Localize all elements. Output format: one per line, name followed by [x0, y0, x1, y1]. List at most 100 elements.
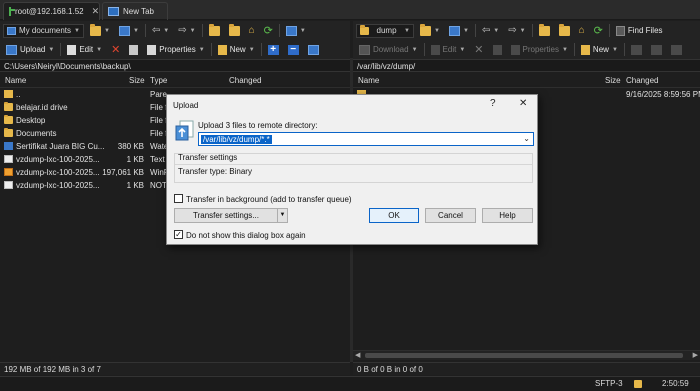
rename-button-right[interactable] — [490, 42, 505, 57]
back-button[interactable]: ⇦ ▼ — [149, 23, 172, 38]
select-all-button[interactable]: + — [265, 42, 282, 57]
root-dir-button[interactable] — [226, 23, 243, 38]
home-button-right[interactable]: ⌂ — [576, 23, 588, 38]
properties-label: Properties — [522, 45, 559, 54]
ok-button[interactable]: OK — [369, 208, 419, 223]
col-name-right[interactable]: Name — [358, 76, 379, 85]
refresh-button[interactable]: ⟳ — [261, 23, 276, 38]
properties-button-right[interactable]: Properties ▼ — [508, 42, 571, 57]
file-name: belajar.id drive — [16, 103, 68, 112]
tab-session[interactable]: root@192.168.1.52 ✕ — [3, 2, 100, 20]
download-icon — [359, 44, 370, 55]
find-files-button[interactable]: Find Files — [613, 23, 666, 38]
select-files-button-right[interactable] — [668, 42, 685, 57]
delete-button-right[interactable]: ✕ — [471, 42, 486, 57]
session-status-bar: SFTP-3 2:50:59 — [0, 376, 700, 391]
document-file-icon — [4, 155, 13, 163]
parent-dir-button[interactable] — [206, 23, 223, 38]
background-checkbox[interactable] — [174, 194, 183, 203]
folder-icon — [360, 24, 369, 35]
scroll-left-icon[interactable]: ◀ — [355, 351, 360, 359]
back-button-right[interactable]: ⇦ ▼ — [479, 23, 502, 38]
scroll-thumb[interactable] — [365, 353, 683, 358]
left-file-toolbar: Upload ▼ Edit ▼ ✕ Properties ▼ New ▼ + − — [0, 40, 350, 59]
sort-button[interactable]: ▼ — [283, 23, 309, 38]
upload-dialog-icon — [175, 120, 194, 141]
unselect-button-right[interactable] — [648, 42, 665, 57]
filter-button-right[interactable]: ▼ — [446, 23, 472, 38]
download-button[interactable]: Download ▼ — [356, 42, 421, 57]
filter-button[interactable]: ▼ — [116, 23, 142, 38]
open-folder-button-right[interactable]: ▼ — [417, 23, 443, 38]
tab-new[interactable]: New Tab — [102, 2, 168, 20]
folder-open-icon — [89, 23, 101, 36]
right-horizontal-scrollbar[interactable]: ◀ ▶ — [353, 350, 700, 360]
folder-icon — [4, 102, 13, 111]
select-all-button-right[interactable] — [628, 42, 645, 57]
right-file-toolbar: Download ▼ Edit ▼ ✕ Properties ▼ New ▼ — [353, 40, 700, 59]
remote-directory-input[interactable]: /var/lib/vz/dump/*.* ⌄ — [198, 132, 534, 146]
dont-show-label: Do not show this dialog box again — [186, 231, 306, 240]
dont-show-checkbox[interactable]: ✓ — [174, 230, 183, 239]
forward-button[interactable]: ⇨ ▼ — [175, 23, 198, 38]
right-nav-toolbar: dump ▼ ▼ ▼ ⇦ ▼ ⇨ ▼ ⌂ ⟳ Find Files — [353, 21, 700, 40]
transfer-settings-dropdown[interactable]: ▼ — [277, 208, 288, 223]
new-button-right[interactable]: New ▼ — [578, 42, 621, 57]
select-files-button[interactable] — [305, 42, 322, 57]
parent-dir-button-right[interactable] — [536, 23, 553, 38]
minus-icon: − — [287, 44, 299, 55]
refresh-button-right[interactable]: ⟳ — [591, 23, 606, 38]
scroll-right-icon[interactable]: ▶ — [693, 351, 698, 359]
new-button[interactable]: New ▼ — [215, 42, 258, 57]
transfer-settings-button[interactable]: Transfer settings... — [174, 208, 278, 223]
file-name: vzdump-lxc-100-2025... — [16, 168, 100, 177]
properties-label: Properties — [159, 45, 196, 54]
file-size: 380 KB — [117, 142, 144, 151]
file-size: 197,061 KB — [102, 168, 144, 177]
right-location-select[interactable]: dump ▼ — [356, 23, 414, 38]
upload-dialog: Upload ? ✕ Upload 3 files to remote dire… — [166, 94, 538, 245]
edit-label: Edit — [442, 45, 457, 54]
home-button[interactable]: ⌂ — [246, 23, 258, 38]
plus-icon: + — [267, 44, 279, 55]
dialog-title: Upload — [173, 101, 199, 110]
help-button[interactable]: Help — [482, 208, 533, 223]
refresh-icon: ⟳ — [263, 24, 273, 37]
edit-button-right[interactable]: Edit ▼ — [428, 42, 469, 57]
close-icon[interactable]: ✕ — [519, 98, 527, 109]
rename-button[interactable] — [126, 42, 141, 57]
col-name[interactable]: Name — [5, 76, 26, 85]
rename-icon — [492, 44, 502, 55]
transfer-settings-label: Transfer settings... — [193, 211, 259, 220]
root-dir-button-right[interactable] — [556, 23, 573, 38]
right-status-bar: 0 B of 0 B in 0 of 0 — [353, 362, 700, 375]
col-size-right[interactable]: Size — [605, 76, 621, 85]
upload-button[interactable]: Upload ▼ — [3, 42, 57, 57]
col-type[interactable]: Type — [150, 76, 167, 85]
session-time: 2:50:59 — [662, 379, 689, 388]
delete-icon: ✕ — [474, 43, 484, 56]
col-changed[interactable]: Changed — [229, 76, 261, 85]
minus-icon — [650, 44, 662, 55]
file-type: NOT — [150, 181, 167, 190]
edit-button[interactable]: Edit ▼ — [64, 42, 105, 57]
right-path-bar[interactable]: /var/lib/vz/dump/ — [353, 59, 700, 72]
col-size[interactable]: Size — [129, 76, 145, 85]
open-folder-button[interactable]: ▼ — [87, 23, 113, 38]
unselect-button[interactable]: − — [285, 42, 302, 57]
col-changed-right[interactable]: Changed — [626, 76, 658, 85]
chevron-down-icon[interactable]: ⌄ — [523, 134, 530, 143]
delete-button[interactable]: ✕ — [108, 42, 123, 57]
filter-icon — [448, 25, 460, 36]
forward-button-right[interactable]: ⇨ ▼ — [505, 23, 528, 38]
left-location-select[interactable]: My documents ▼ — [3, 23, 84, 38]
cancel-button[interactable]: Cancel — [425, 208, 476, 223]
close-tab-icon[interactable]: ✕ — [92, 6, 100, 17]
ok-label: OK — [388, 211, 400, 220]
properties-button[interactable]: Properties ▼ — [144, 42, 207, 57]
help-icon[interactable]: ? — [490, 98, 496, 109]
left-path-bar[interactable]: C:\Users\Neiryl\Documents\backup\ — [0, 59, 350, 72]
sort-icon — [285, 25, 297, 36]
properties-icon — [147, 44, 157, 55]
upload-label: Upload — [20, 45, 46, 54]
